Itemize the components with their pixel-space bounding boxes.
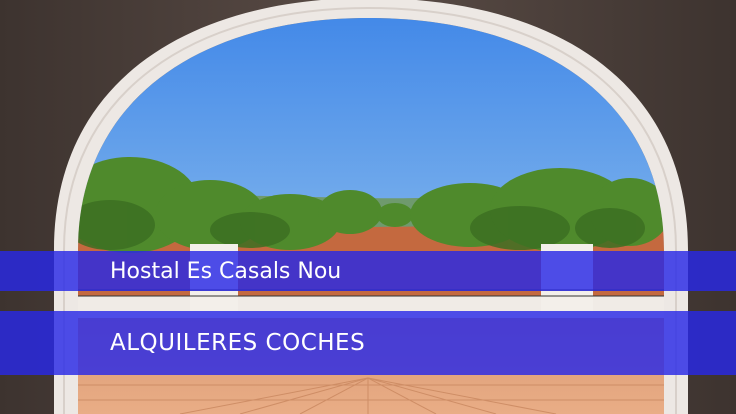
hostal-name-title: Hostal Es Casals Nou [110,258,342,284]
title-banner: Hostal Es Casals Nou [0,251,736,291]
car-rental-subtitle: ALQUILERES COCHES [110,330,366,356]
subtitle-banner: ALQUILERES COCHES [0,311,736,375]
hostal-photo-scene: Hostal Es Casals Nou ALQUILERES COCHES [0,0,736,414]
